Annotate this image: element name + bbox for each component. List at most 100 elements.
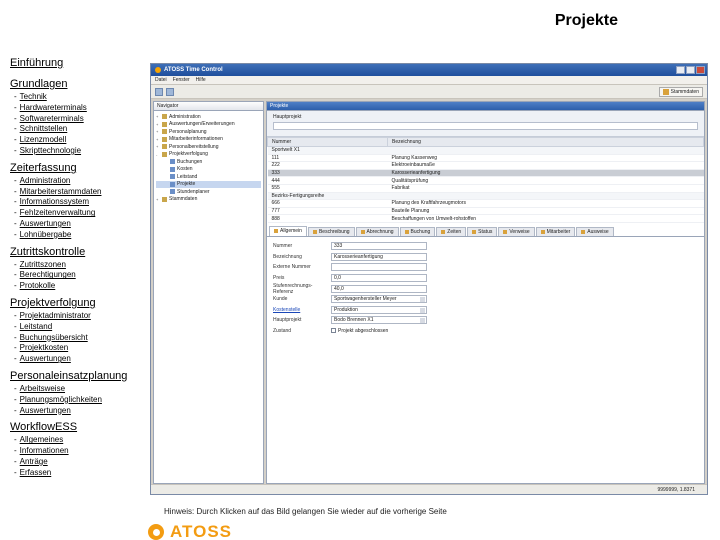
nav-link-mitarbeiterstammdaten[interactable]: Mitarbeiterstammdaten [20, 187, 102, 196]
tab-ausweise[interactable]: Ausweise [576, 226, 614, 236]
maximize-icon[interactable] [686, 66, 695, 74]
nav-link-auswertungen[interactable]: Auswertungen [20, 219, 71, 228]
projects-tab[interactable]: Projekte [267, 102, 704, 111]
tree-item[interactable]: + Personalplanung [156, 128, 261, 136]
field-nummer[interactable]: 333 [331, 242, 427, 251]
folder-icon [162, 151, 167, 157]
table-group-row[interactable]: Bezirks-Fertigungsreihe [267, 192, 704, 201]
tree-item[interactable]: Stundenplaner [156, 188, 261, 196]
nav-link-grundlagen[interactable]: Grundlagen [10, 79, 150, 90]
nav-link-technik[interactable]: Technik [20, 92, 47, 101]
tree-item[interactable]: + Personalbereitstellung [156, 143, 261, 151]
forward-icon[interactable] [166, 87, 174, 96]
expand-toggle-icon[interactable]: + [156, 144, 160, 149]
back-icon[interactable] [155, 87, 163, 96]
expand-toggle-icon[interactable]: + [156, 129, 160, 134]
field-kunde[interactable]: Sportwagenhersteller Meyer [331, 295, 427, 304]
close-icon[interactable] [696, 66, 705, 74]
main-project-field[interactable] [273, 122, 698, 130]
tab-status[interactable]: Status [467, 226, 498, 236]
nav-link-berechtigungen[interactable]: Berechtigungen [20, 270, 76, 279]
nav-link-zutrittskontrolle[interactable]: Zutrittskontrolle [10, 246, 150, 258]
tab-zeiten[interactable]: Zeiten [436, 226, 467, 236]
tree-item[interactable]: Buchungen [156, 158, 261, 166]
field-label-kostenstelle[interactable]: Kostenstelle [273, 307, 331, 313]
nav-link-arbeitsweise[interactable]: Arbeitsweise [20, 384, 65, 393]
nav-link-projektkosten[interactable]: Projektkosten [20, 343, 68, 352]
table-row[interactable]: 111 Planung Kassenweg [267, 154, 704, 163]
column-description[interactable]: Bezeichnung [387, 137, 704, 147]
field-kostenstelle[interactable]: Produktion [331, 305, 427, 314]
nav-link-personaleinsatzplanung[interactable]: Personaleinsatzplanung [10, 370, 150, 382]
table-group-row[interactable]: Sportwelt X1 [267, 146, 704, 155]
tree-item[interactable]: + Administration [156, 113, 261, 121]
nav-link-skripttechnologie[interactable]: Skripttechnologie [20, 146, 81, 155]
field-hauptprojekt[interactable]: Bodo Brennen X1 [331, 316, 427, 325]
menu-datei[interactable]: Datei [155, 77, 167, 83]
tab-beschreibung[interactable]: Beschreibung [307, 226, 355, 236]
field-preis[interactable]: 0,0 [331, 274, 427, 283]
expand-toggle-icon[interactable]: + [156, 122, 160, 127]
nav-link-fehlzeitenverwaltung[interactable]: Fehlzeitenverwaltung [20, 208, 96, 217]
field-stufenrechnungs-referenz[interactable]: 40,0 [331, 284, 427, 293]
tab-verweise[interactable]: Verweise [498, 226, 535, 236]
tree-item[interactable]: + Stammdaten [156, 196, 261, 204]
table-row[interactable]: 222 Elektroeinbaumaße [267, 161, 704, 170]
nav-link-planungsmoeglichkeiten[interactable]: Planungsmöglichkeiten [20, 395, 102, 404]
navigator-tab[interactable]: Navigator [154, 102, 263, 111]
nav-link-zutrittszonen[interactable]: Zutrittszonen [20, 260, 66, 269]
table-row[interactable]: 777 Bauteile Planung [267, 207, 704, 216]
table-row[interactable]: 666 Planung des Kraftfahrzeugmotors [267, 199, 704, 208]
expand-toggle-icon[interactable]: + [156, 114, 160, 119]
nav-link-antraege[interactable]: Anträge [20, 457, 48, 466]
nav-link-projektverfolgung[interactable]: Projektverfolgung [10, 297, 150, 309]
tab-allgemein[interactable]: Allgemein [269, 225, 307, 236]
table-row[interactable]: 555 Fabrikat [267, 184, 704, 193]
expand-toggle-icon[interactable]: - [156, 152, 160, 157]
nav-link-leitstand[interactable]: Leitstand [20, 322, 52, 331]
folder-icon [170, 189, 175, 195]
tab-mitarbeiter[interactable]: Mitarbeiter [535, 226, 576, 236]
nav-link-auswertungen[interactable]: Auswertungen [20, 406, 71, 415]
table-row[interactable]: 888 Beschaffungen von Umwelt-rohstoffen [267, 214, 704, 223]
nav-link-buchungsuebersicht[interactable]: Buchungsübersicht [20, 333, 88, 342]
menu-hilfe[interactable]: Hilfe [196, 77, 206, 83]
app-window-screenshot[interactable]: ATOSS Time Control Datei Fenster Hilfe Sta… [150, 63, 708, 495]
nav-link-lizenzmodell[interactable]: Lizenzmodell [20, 135, 67, 144]
nav-link-informationen[interactable]: Informationen [20, 446, 69, 455]
tree-item[interactable]: - Projektverfolgung [156, 151, 261, 159]
field-bezeichnung[interactable]: Karosserieanfertigung [331, 252, 427, 261]
nav-link-erfassen[interactable]: Erfassen [20, 468, 52, 477]
tree-item[interactable]: + Mitarbeiterinformationen [156, 136, 261, 144]
perspective-switcher[interactable]: Stammdaten [658, 86, 703, 97]
nav-link-intro[interactable]: Einführung [10, 58, 150, 69]
nav-link-schnittstellen[interactable]: Schnittstellen [20, 124, 68, 133]
nav-link-hardwareterminals[interactable]: Hardwareterminals [20, 103, 87, 112]
nav-link-zeiterfassung[interactable]: Zeiterfassung [10, 162, 150, 174]
nav-link-administration[interactable]: Administration [20, 176, 71, 185]
tree-item[interactable]: Kosten [156, 166, 261, 174]
minimize-icon[interactable] [676, 66, 685, 74]
field-externe-nummer[interactable] [331, 263, 427, 272]
tab-abrechnung[interactable]: Abrechnung [355, 226, 399, 236]
tree-item[interactable]: Projekte [156, 180, 261, 188]
menu-fenster[interactable]: Fenster [173, 77, 190, 83]
nav-link-lohnuebergabe[interactable]: Lohnübergabe [20, 230, 72, 239]
table-row[interactable]: 444 Qualitätsprüfung [267, 176, 704, 185]
nav-link-workflowess[interactable]: WorkflowESS [10, 422, 150, 433]
table-row[interactable]: 333 Karosserieanfertigung [267, 169, 704, 178]
tab-icon [581, 229, 586, 234]
tree-item[interactable]: + Auswertungen/Erweiterungen [156, 121, 261, 129]
expand-toggle-icon[interactable]: + [156, 137, 160, 142]
checkbox[interactable] [331, 328, 336, 334]
nav-link-projektadministrator[interactable]: Projektadministrator [20, 311, 91, 320]
nav-link-allgemeines[interactable]: Allgemeines [20, 435, 64, 444]
nav-link-protokolle[interactable]: Protokolle [20, 281, 56, 290]
expand-toggle-icon[interactable]: + [156, 197, 160, 202]
nav-link-softwareterminals[interactable]: Softwareterminals [20, 114, 84, 123]
nav-link-informationssystem[interactable]: Informationssystem [20, 197, 89, 206]
tree-item[interactable]: Leitstand [156, 173, 261, 181]
column-number[interactable]: Nummer [267, 137, 388, 147]
tab-buchung[interactable]: Buchung [399, 226, 436, 236]
nav-link-auswertungen[interactable]: Auswertungen [20, 354, 71, 363]
